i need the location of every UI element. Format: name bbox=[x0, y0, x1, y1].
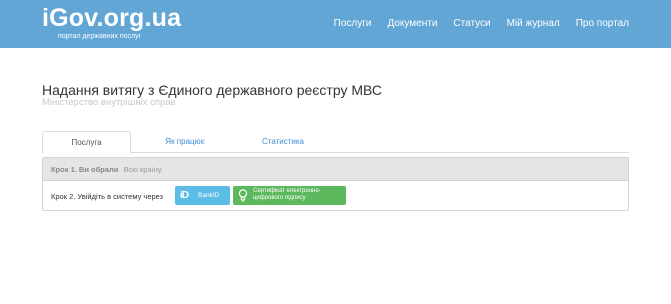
ministry-name: Міністерство внутрішніх справ bbox=[42, 97, 176, 108]
step-1-value[interactable]: Всю країну. bbox=[123, 165, 162, 174]
site-tagline: портал державних послуг bbox=[58, 33, 142, 40]
nav-link-documents[interactable]: Документи bbox=[387, 17, 437, 31]
bankid-icon: iD bbox=[180, 190, 189, 201]
cert-label-line2: цифрового підпису bbox=[253, 195, 306, 201]
top-navbar: iGov.org.ua портал державних послуг Посл… bbox=[0, 0, 671, 48]
nav-link-statuses[interactable]: Статуси bbox=[453, 17, 490, 31]
nav-link-about[interactable]: Про портал bbox=[576, 17, 629, 31]
tab-statistics[interactable]: Статистика bbox=[258, 131, 308, 153]
main-nav: Послуги Документи Статуси Мій журнал Про… bbox=[334, 17, 629, 31]
tab-service[interactable]: Послуга bbox=[42, 131, 131, 154]
nav-link-services[interactable]: Послуги bbox=[334, 17, 372, 31]
tab-how-it-works[interactable]: Як працює bbox=[160, 131, 210, 153]
cert-label-line1: Сертифікат електронно- bbox=[253, 188, 321, 194]
step-2-label: Крок 2. Увійдіть в систему через bbox=[51, 192, 164, 201]
nav-link-my-journal[interactable]: Мій журнал bbox=[507, 17, 560, 31]
bankid-login-button[interactable]: iD BankID bbox=[175, 186, 230, 205]
step-1-row: Крок 1. Ви обрали Всю країну. bbox=[43, 158, 628, 181]
digital-signature-login-button[interactable]: Сертифікат електронно- цифрового підпису bbox=[233, 186, 346, 205]
lightbulb-icon bbox=[238, 189, 248, 202]
service-tabs: Послуга Як працює Статистика bbox=[42, 131, 629, 154]
step-1-label: Крок 1. Ви обрали bbox=[51, 165, 119, 174]
bankid-button-label: BankID bbox=[198, 192, 220, 199]
site-logo[interactable]: iGov.org.ua bbox=[42, 4, 181, 32]
